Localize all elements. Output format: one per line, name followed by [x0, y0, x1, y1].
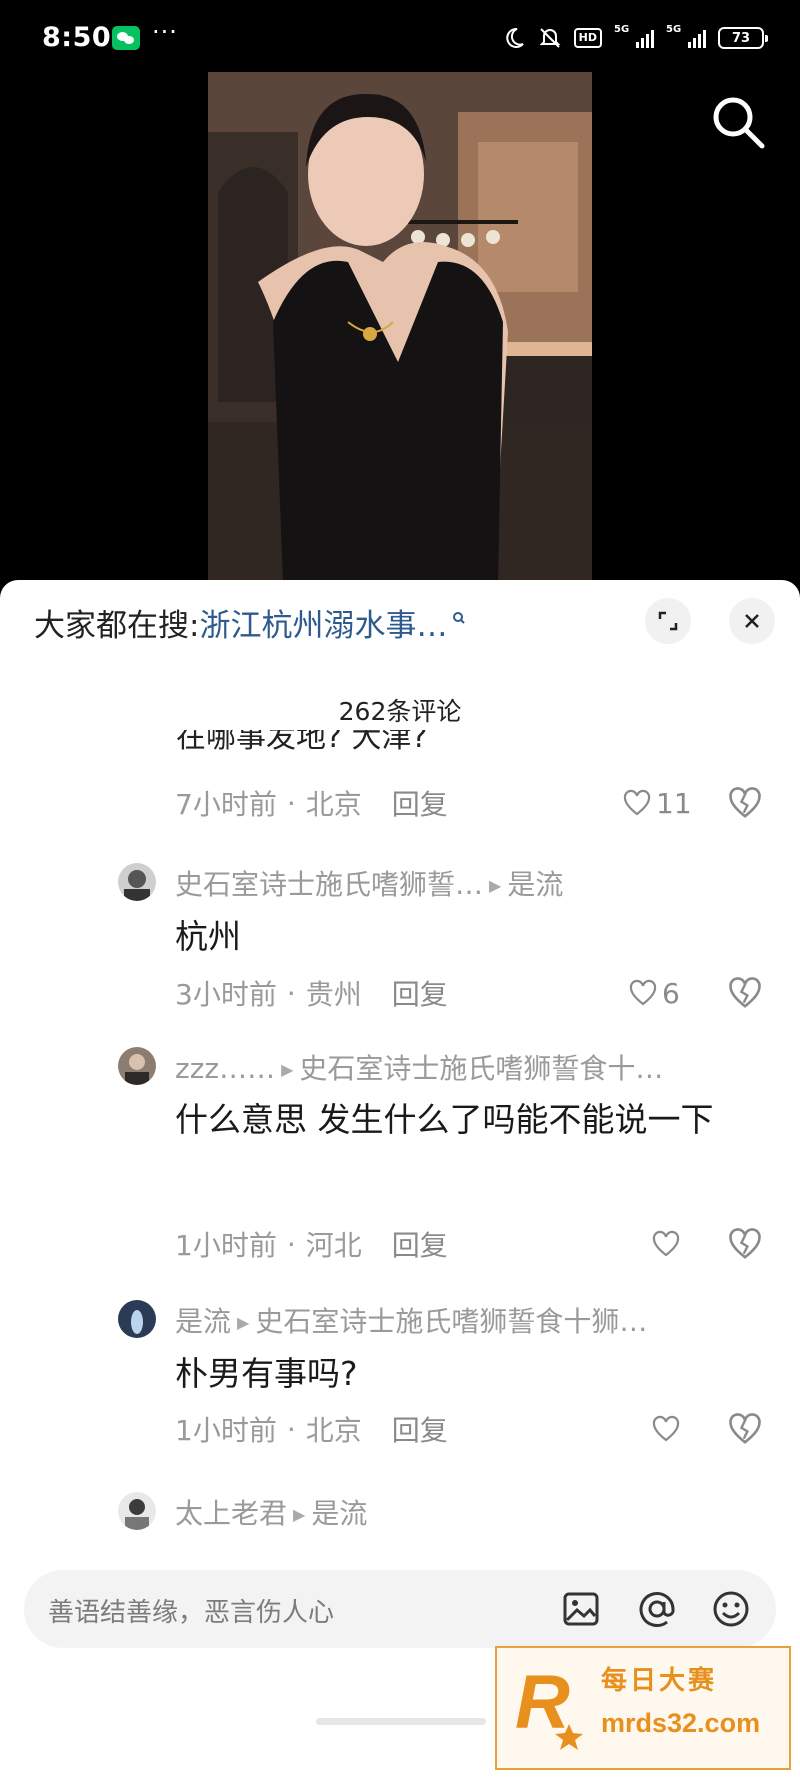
trending-search[interactable]: 大家都在搜: 浙江杭州溺水事… [34, 600, 467, 645]
heart-icon [623, 789, 651, 816]
watermark: R 每日大赛 mrds32.com [495, 1646, 791, 1770]
comment-user-line: 太上老君 ▶ 是流 [175, 1492, 760, 1526]
video-thumbnail [208, 72, 592, 582]
comment-time: 7小时前 [175, 788, 277, 821]
search-icon[interactable] [706, 90, 770, 154]
video-player[interactable] [0, 72, 800, 582]
comment-info: 1小时前 · 河北 回复 [175, 1224, 448, 1264]
reply-arrow-icon: ▶ [489, 876, 502, 895]
comment-info: 7小时前 · 北京 回复 [175, 783, 448, 823]
comment-info: 1小时前 · 北京 回复 [175, 1409, 448, 1449]
like-button[interactable]: 11 [622, 785, 692, 821]
comment-count: 262条评论 [338, 697, 462, 726]
expand-button[interactable] [645, 598, 691, 644]
network-label-1: 5G [614, 24, 630, 35]
dislike-icon[interactable] [727, 1226, 763, 1262]
like-button[interactable] [651, 1226, 685, 1262]
reply-arrow-icon: ▶ [293, 1505, 306, 1524]
heart-icon [652, 1415, 680, 1442]
video-frame[interactable] [208, 72, 592, 582]
expand-icon [658, 611, 678, 631]
battery-icon: 73 [718, 27, 768, 49]
avatar[interactable] [118, 1300, 156, 1338]
reply-button[interactable]: 回复 [392, 783, 448, 823]
separator-dot: · [286, 786, 296, 820]
status-bar: 8:50 ··· HD 5G 5G 73 [0, 0, 800, 72]
emoji-icon[interactable] [710, 1588, 752, 1630]
wechat-icon [112, 26, 140, 50]
trending-prefix: 大家都在搜: [34, 607, 200, 644]
input-placeholder: 善语结善缘，恶言伤人心 [48, 1598, 335, 1628]
trending-query-link[interactable]: 浙江杭州溺水事… [199, 600, 447, 645]
separator-dot: · [286, 1227, 296, 1261]
comment-user-line: 是流 ▶ 史石室诗士施氏嗜狮誓食十狮… [175, 1300, 760, 1334]
watermark-logo: R [515, 1662, 583, 1750]
separator-dot: · [286, 976, 296, 1010]
avatar[interactable] [118, 1047, 156, 1085]
image-icon[interactable] [560, 1588, 602, 1630]
watermark-title: 每日大赛 [601, 1666, 718, 1696]
hd-badge: HD [573, 28, 602, 48]
comment-username[interactable]: 太上老君 [175, 1497, 287, 1526]
partial-comment-text: 在哪事发地? 大津? [176, 730, 736, 752]
like-count: 11 [656, 786, 692, 820]
reply-arrow-icon: ▶ [281, 1060, 294, 1079]
partial-comment-content: 在哪事发地? 大津? [176, 730, 428, 752]
comment-location: 北京 [305, 1414, 362, 1447]
reply-to-username[interactable]: 是流 [507, 868, 563, 897]
reply-button[interactable]: 回复 [392, 973, 448, 1013]
close-button[interactable] [729, 598, 775, 644]
dislike-icon[interactable] [727, 785, 763, 821]
comment-time: 1小时前 [175, 1414, 277, 1447]
heart-icon [652, 1230, 680, 1257]
reply-button[interactable]: 回复 [392, 1409, 448, 1449]
like-count: 6 [662, 976, 680, 1010]
moon-icon [505, 27, 524, 48]
comment-info: 3小时前 · 贵州 回复 [175, 973, 448, 1013]
reply-arrow-icon: ▶ [237, 1313, 250, 1332]
small-search-icon [453, 612, 466, 624]
comment-input[interactable]: 善语结善缘，恶言伤人心 [24, 1570, 776, 1648]
network-label-2: 5G [666, 24, 682, 35]
comment-user-line: zzz…… ▶ 史石室诗士施氏嗜狮誓食十… [175, 1047, 760, 1081]
comment-time: 1小时前 [175, 1229, 277, 1262]
reply-to-username[interactable]: 是流 [311, 1497, 367, 1526]
reply-to-username[interactable]: 史石室诗士施氏嗜狮誓食十狮… [255, 1305, 647, 1334]
status-icons: HD 5G 5G 73 [502, 24, 768, 52]
comment-user-line: 史石室诗士施氏嗜狮誓… ▶ 是流 [175, 863, 760, 897]
comment-username[interactable]: zzz…… [175, 1052, 275, 1081]
avatar[interactable] [118, 1492, 156, 1530]
comment-sheet: 大家都在搜: 浙江杭州溺水事… 262条评论 在哪事发地? 大津? 7小时前 ·… [0, 580, 800, 1778]
close-icon [745, 614, 759, 628]
comment-location: 贵州 [305, 978, 362, 1011]
more-notifications: ··· [152, 18, 178, 46]
comment-username[interactable]: 史石室诗士施氏嗜狮誓… [175, 868, 483, 897]
reply-to-username[interactable]: 史石室诗士施氏嗜狮誓食十… [299, 1052, 663, 1081]
watermark-logo-letter: R [515, 1662, 570, 1745]
avatar[interactable] [118, 863, 156, 901]
at-icon[interactable] [636, 1588, 678, 1630]
comment-username[interactable]: 是流 [175, 1305, 231, 1334]
comment-text: 什么意思 发生什么了吗能不能说一下 [175, 1100, 714, 1139]
signal-icon-2: 5G [666, 24, 706, 50]
dislike-icon[interactable] [727, 975, 763, 1011]
separator-dot: · [286, 1412, 296, 1446]
like-button[interactable]: 6 [628, 975, 680, 1011]
dislike-icon[interactable] [727, 1411, 763, 1447]
comment-text: 朴男有事吗? [175, 1354, 358, 1393]
home-indicator[interactable] [316, 1718, 486, 1725]
comment-text: 杭州 [175, 917, 241, 956]
comment-location: 北京 [305, 788, 362, 821]
signal-icon: 5G [614, 24, 654, 50]
mute-icon [539, 28, 561, 48]
reply-button[interactable]: 回复 [392, 1224, 448, 1264]
heart-icon [629, 979, 657, 1006]
like-button[interactable] [651, 1411, 685, 1447]
status-time: 8:50 [42, 22, 112, 53]
comment-time: 3小时前 [175, 978, 277, 1011]
comment-location: 河北 [305, 1229, 362, 1262]
watermark-domain: mrds32.com [601, 1708, 761, 1738]
